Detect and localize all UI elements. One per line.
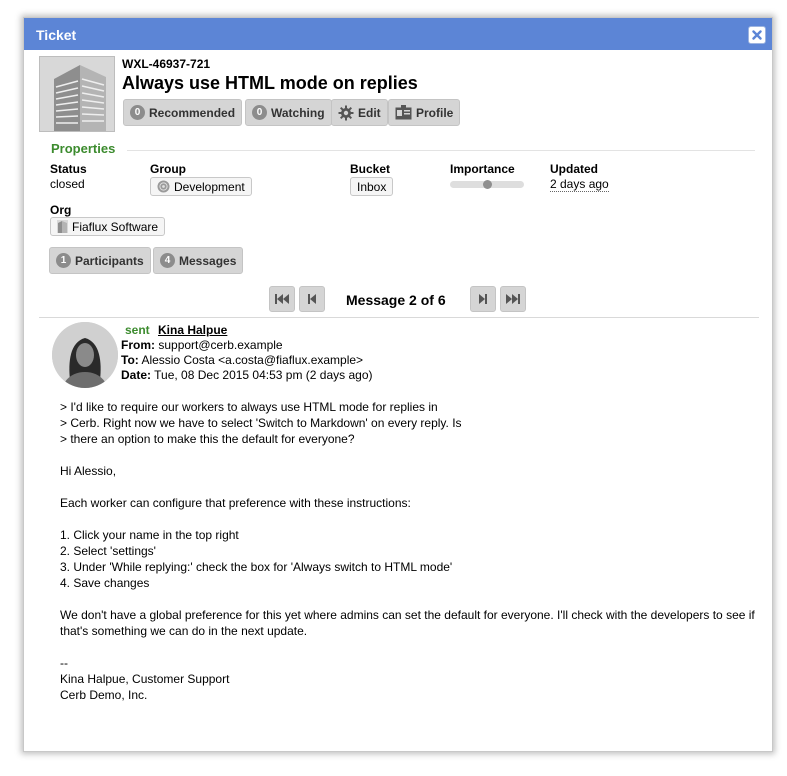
sender-name[interactable]: Kina Halpue <box>158 323 227 337</box>
dialog-title: Ticket <box>36 27 77 43</box>
message-body-line: > I'd like to require our workers to alw… <box>60 400 438 414</box>
message-body-line: Kina Halpue, Customer Support <box>60 672 230 686</box>
skip-first-icon <box>275 294 289 304</box>
group-avatar-icon <box>157 180 170 193</box>
watching-label: Watching <box>271 105 325 120</box>
importance-knob[interactable] <box>482 180 492 189</box>
ticket-mask: WXL-46937-721 <box>122 57 211 71</box>
from-header: From: support@cerb.example <box>121 338 283 352</box>
properties-divider <box>127 150 755 151</box>
watching-count: 0 <box>252 105 267 120</box>
org-value: Fiaflux Software <box>72 219 159 234</box>
bucket-value: Inbox <box>357 179 387 194</box>
recommended-button[interactable]: 0 Recommended <box>123 99 243 126</box>
person-silhouette-icon <box>52 322 118 388</box>
message-body-line: > Cerb. Right now we have to select 'Swi… <box>60 416 462 430</box>
from-value: support@cerb.example <box>158 338 283 352</box>
date-value: Tue, 08 Dec 2015 04:53 pm (2 days ago) <box>154 368 373 382</box>
message-body-line: that's something we can do in the next u… <box>60 624 308 638</box>
edit-label: Edit <box>358 105 381 120</box>
message-status: sent <box>125 323 150 337</box>
status-value: closed <box>50 177 85 191</box>
message-body-line: Hi Alessio, <box>60 464 117 478</box>
watching-button[interactable]: 0 Watching <box>245 99 332 126</box>
message-body-line: > there an option to make this the defau… <box>60 432 355 446</box>
message-body-line: Cerb Demo, Inc. <box>60 688 148 702</box>
previous-message-button[interactable] <box>299 286 325 312</box>
date-label: Date: <box>121 368 152 382</box>
message-body-line: 3. Under 'While replying:' check the box… <box>60 560 453 574</box>
group-value: Development <box>174 179 245 194</box>
participants-label: Participants <box>75 253 144 268</box>
to-label: To: <box>121 353 139 367</box>
updated-value: 2 days ago <box>550 177 609 192</box>
properties-title: Properties <box>51 141 116 156</box>
next-message-button[interactable] <box>470 286 496 312</box>
ticket-dialog: Ticket WXL-46937-721 Always use HTML mod… <box>23 17 773 752</box>
to-value: Alessio Costa <a.costa@fiaflux.example> <box>141 353 364 367</box>
org-logo <box>39 56 115 132</box>
updated-label: Updated <box>550 162 598 176</box>
edit-button[interactable]: Edit <box>331 99 388 126</box>
group-chip[interactable]: Development <box>150 177 252 196</box>
first-message-button[interactable] <box>269 286 295 312</box>
last-message-button[interactable] <box>500 286 526 312</box>
participants-count: 1 <box>56 253 71 268</box>
building-mini-icon <box>57 220 68 233</box>
message-body-line: 2. Select 'settings' <box>60 544 156 558</box>
ticket-subject: Always use HTML mode on replies <box>122 73 418 93</box>
status-label: Status <box>50 162 87 176</box>
message-pager-label: Message 2 of 6 <box>346 292 446 308</box>
to-header: To: Alessio Costa <a.costa@fiaflux.examp… <box>121 353 363 367</box>
next-icon <box>479 294 487 304</box>
message-body-line: Each worker can configure that preferenc… <box>60 496 411 510</box>
message-body-line: We don't have a global preference for th… <box>60 608 755 622</box>
previous-icon <box>308 294 316 304</box>
bucket-label: Bucket <box>350 162 391 176</box>
message-body-line: 1. Click your name in the top right <box>60 528 239 542</box>
sender-avatar[interactable] <box>52 322 118 388</box>
messages-count: 4 <box>160 253 175 268</box>
close-button[interactable] <box>748 26 766 44</box>
org-chip[interactable]: Fiaflux Software <box>50 217 166 236</box>
message-body-line: -- <box>60 656 68 670</box>
date-header: Date: Tue, 08 Dec 2015 04:53 pm (2 days … <box>121 368 373 382</box>
dialog-titlebar[interactable]: Ticket <box>24 18 772 50</box>
from-label: From: <box>121 338 155 352</box>
message-divider <box>39 317 759 318</box>
profile-button[interactable]: Profile <box>388 99 461 126</box>
recommended-count: 0 <box>130 105 145 120</box>
message-body-line: 4. Save changes <box>60 576 150 590</box>
messages-label: Messages <box>179 253 237 268</box>
org-label: Org <box>50 203 72 217</box>
recommended-label: Recommended <box>149 105 236 120</box>
importance-label: Importance <box>450 162 515 176</box>
close-icon <box>752 30 762 40</box>
importance-slider[interactable] <box>450 180 524 189</box>
updated-value-text: 2 days ago <box>550 177 609 192</box>
building-icon <box>40 57 114 131</box>
skip-last-icon <box>506 294 520 304</box>
participants-button[interactable]: 1 Participants <box>49 247 151 274</box>
messages-button[interactable]: 4 Messages <box>153 247 244 274</box>
id-card-icon <box>395 105 412 120</box>
bucket-chip[interactable]: Inbox <box>350 177 394 196</box>
group-label: Group <box>150 162 186 176</box>
gear-icon <box>338 105 354 120</box>
profile-label: Profile <box>416 105 454 120</box>
